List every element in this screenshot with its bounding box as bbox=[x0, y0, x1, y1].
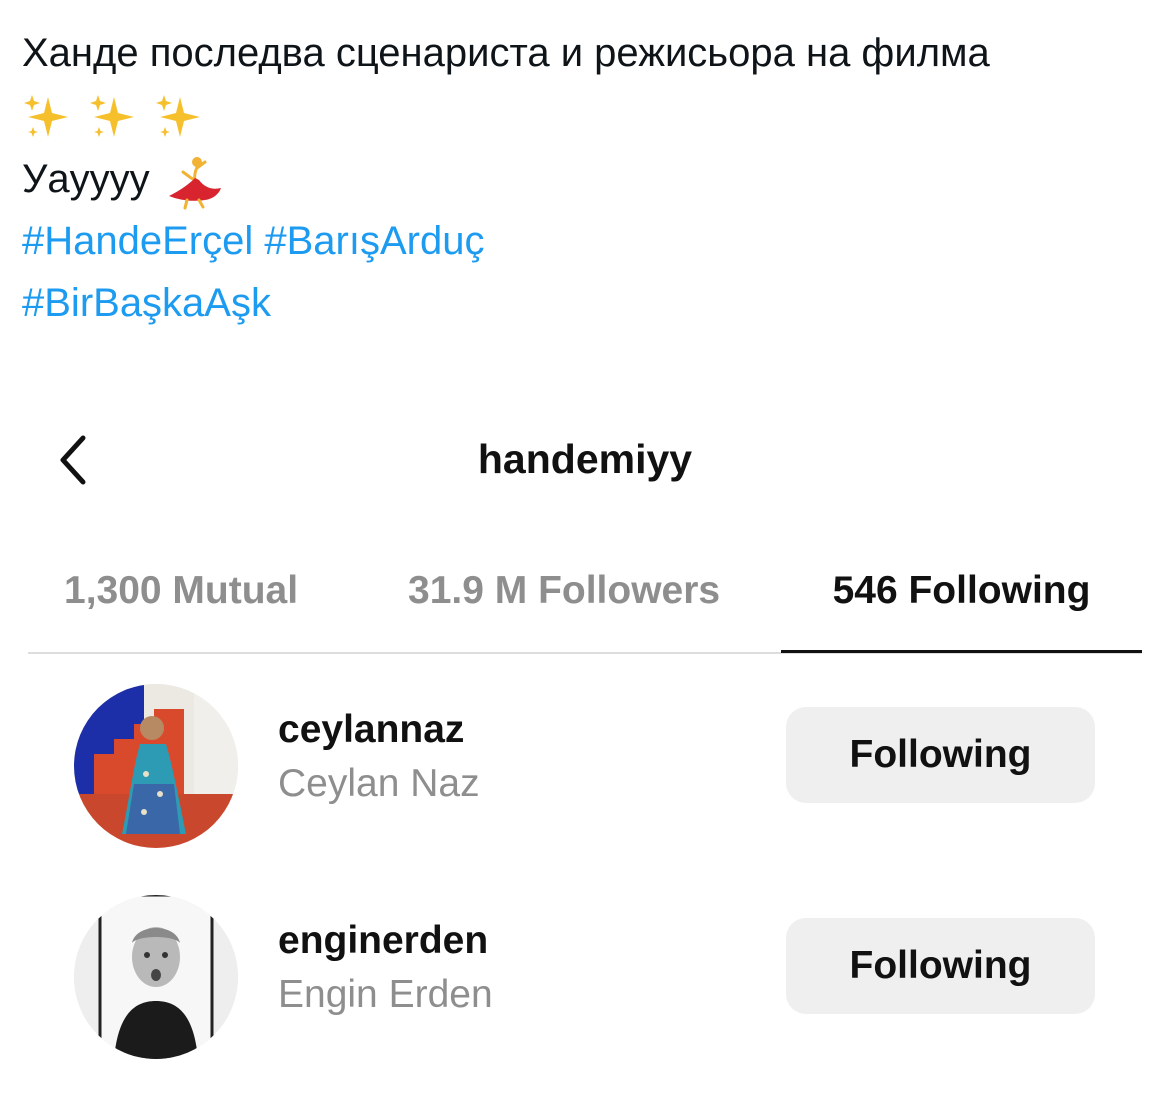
profile-username-title: handemiyy bbox=[477, 436, 693, 482]
tab-followers[interactable]: 31.9 M Followers bbox=[408, 560, 720, 652]
hashtag-link[interactable]: #BirBaşkaAşk bbox=[22, 281, 271, 325]
account-full-name: Engin Erden bbox=[278, 973, 493, 1016]
tweet-text: Ханде последва сценариста и режисьора на… bbox=[22, 22, 1152, 334]
tweet-hashtags-line-1: #HandeErçel #BarışArduç bbox=[22, 210, 1152, 272]
tab-following[interactable]: 546 Following bbox=[781, 560, 1142, 653]
instagram-following-screenshot: handemiyy 1,300 Mutual 31.9 M Followers … bbox=[0, 395, 1170, 1103]
account-full-name: Ceylan Naz bbox=[278, 762, 480, 805]
dancer-icon bbox=[161, 154, 223, 210]
tab-bar: 1,300 Mutual 31.9 M Followers 546 Follow… bbox=[28, 560, 1142, 654]
account-username[interactable]: enginerden bbox=[278, 918, 488, 964]
hashtag-link[interactable]: #HandeErçel bbox=[22, 219, 253, 263]
sparkles-icon bbox=[90, 95, 134, 138]
following-button[interactable]: Following bbox=[786, 707, 1095, 803]
avatar[interactable] bbox=[74, 684, 238, 848]
sparkles-icon bbox=[24, 95, 68, 138]
tweet-exclamation: Уаyyyy bbox=[22, 157, 150, 202]
tweet-sparkles bbox=[22, 84, 1152, 148]
list-item[interactable]: enginerden Engin Erden Following bbox=[0, 888, 1170, 1059]
hashtag-link[interactable]: #BarışArduç bbox=[264, 219, 484, 263]
sparkles-icon bbox=[156, 95, 200, 138]
tab-mutual[interactable]: 1,300 Mutual bbox=[64, 560, 298, 652]
tweet-line-1: Ханде последва сценариста и режисьора на… bbox=[22, 31, 990, 75]
account-username[interactable]: ceylannaz bbox=[278, 707, 464, 753]
list-item[interactable]: ceylannaz Ceylan Naz Following bbox=[0, 677, 1170, 848]
tweet-hashtags-line-2: #BirBaşkaAşk bbox=[22, 272, 1152, 334]
following-button[interactable]: Following bbox=[786, 918, 1095, 1014]
avatar[interactable] bbox=[74, 895, 238, 1059]
tweet-line-3: Уаyyyy bbox=[22, 148, 1152, 210]
